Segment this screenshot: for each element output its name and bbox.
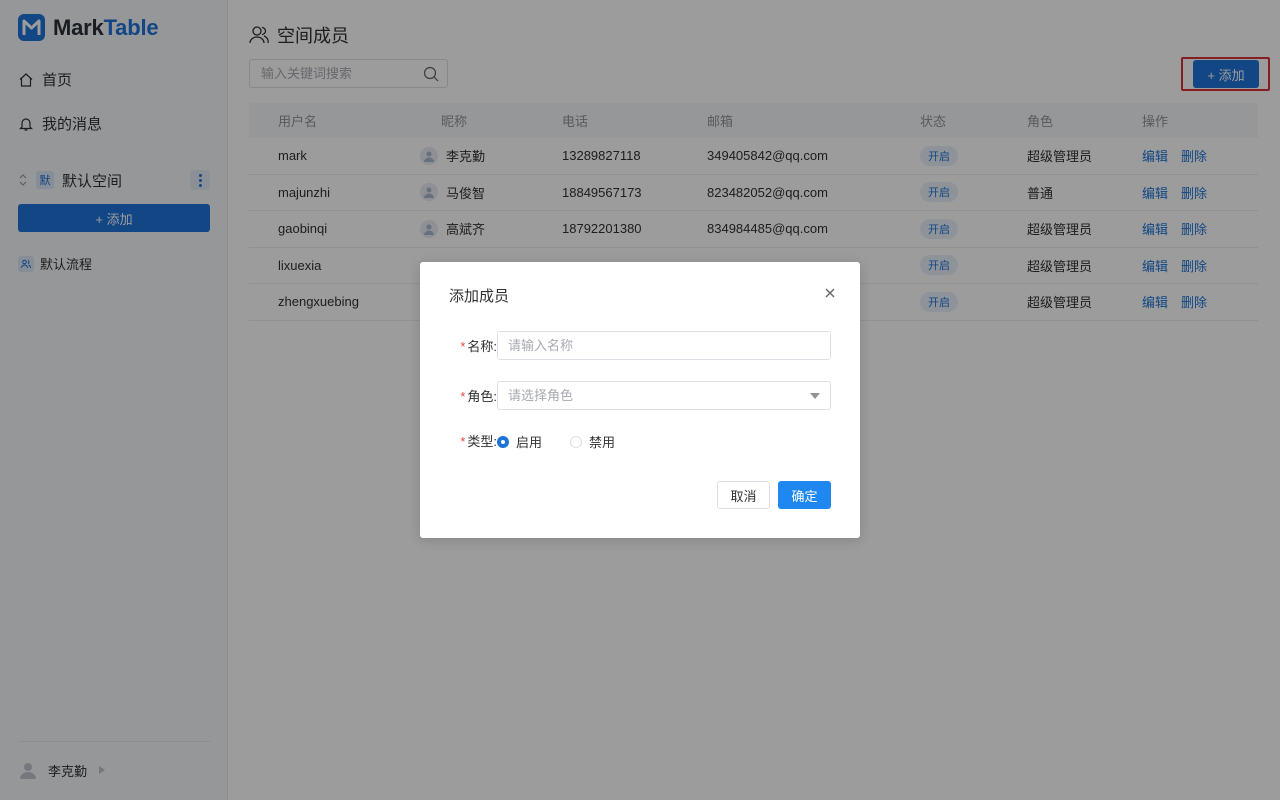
- name-field[interactable]: [497, 331, 831, 360]
- radio-enable[interactable]: 启用: [497, 432, 542, 451]
- dialog-title: 添加成员: [449, 288, 510, 305]
- form-row-role: * 角色:: [449, 381, 497, 410]
- name-label: * 名称:: [460, 339, 497, 354]
- cancel-button[interactable]: 取消: [717, 481, 770, 509]
- role-select[interactable]: [497, 381, 831, 410]
- role-select-input[interactable]: [498, 382, 830, 409]
- role-label: * 角色:: [460, 389, 497, 404]
- confirm-button[interactable]: 确定: [778, 481, 831, 509]
- type-radio-group: 启用 禁用: [497, 432, 643, 451]
- form-row-type: * 类型:: [449, 431, 497, 449]
- close-icon[interactable]: [824, 287, 836, 299]
- radio-unchecked-icon: [570, 435, 583, 448]
- radio-disable[interactable]: 禁用: [570, 432, 615, 451]
- form-row-name: * 名称:: [449, 331, 497, 360]
- name-input[interactable]: [498, 332, 830, 359]
- type-label: * 类型:: [460, 433, 497, 449]
- add-member-dialog: 添加成员 *名称: *角色: *类型: 启用 禁用 取消 确定: [420, 262, 860, 538]
- chevron-down-icon: [810, 393, 820, 399]
- radio-checked-icon: [497, 435, 509, 448]
